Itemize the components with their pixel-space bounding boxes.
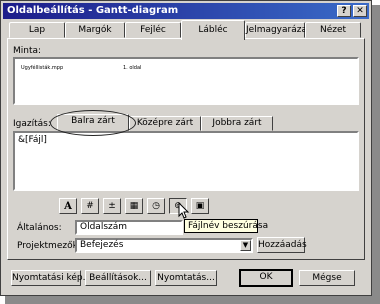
tab-label: Fejléc <box>140 25 166 35</box>
tab-fejlec[interactable]: Fejléc <box>125 22 181 38</box>
chevron-down-icon[interactable]: ▼ <box>240 240 251 251</box>
mouse-cursor-icon <box>178 202 190 219</box>
add-button-label: Hozzáadás <box>258 240 307 250</box>
tooltip: Fájlnév beszúrása <box>184 219 268 233</box>
date-glyph: ▦ <box>129 201 139 211</box>
alignment-label: Igazítás: <box>13 119 51 129</box>
ok-label: OK <box>259 272 273 282</box>
project-fields-value: Befejezés <box>80 240 124 250</box>
general-value: Oldalszám <box>80 222 128 232</box>
general-combo[interactable]: Oldalszám <box>75 220 183 235</box>
preview-left-text: Ugyféllisták.mpp <box>21 65 64 71</box>
format-text-icon[interactable]: A <box>59 198 77 214</box>
tab-label: Nézet <box>319 25 347 35</box>
tab-lablec[interactable]: Lábléc <box>181 20 245 40</box>
date-icon[interactable]: ▦ <box>125 198 143 214</box>
align-tab-label: Jobbra zárt <box>212 118 262 128</box>
tab-label: Lap <box>28 25 46 35</box>
help-button[interactable]: ? <box>337 5 351 17</box>
tab-label: Margók <box>78 25 112 35</box>
time-glyph: ◷ <box>152 201 160 211</box>
footer-text-editor[interactable]: &[Fájl] <box>13 131 359 191</box>
print-label: Nyomtatás... <box>157 273 215 283</box>
print-preview-label: Nyomtatási kép... <box>12 273 92 283</box>
tab-margok[interactable]: Margók <box>65 22 125 38</box>
total-pages-icon[interactable]: ± <box>103 198 121 214</box>
page-setup-dialog: Oldalbeállítás - Gantt-diagram ? ✕ Lap M… <box>0 0 372 296</box>
options-label: Beállítások... <box>89 273 147 283</box>
highlight-oval <box>50 110 136 136</box>
tab-label: Jelmagyarázat <box>246 25 311 35</box>
options-button[interactable]: Beállítások... <box>85 270 151 286</box>
tab-jelmagyarazat[interactable]: Jelmagyarázat <box>245 22 311 38</box>
project-fields-label: Projektmezők: <box>17 241 81 251</box>
preview-label: Minta: <box>13 46 42 56</box>
page-number-icon[interactable]: # <box>81 198 99 214</box>
align-tab-label: Középre zárt <box>136 118 194 128</box>
tab-nezet[interactable]: Nézet <box>305 22 361 38</box>
preview-box: Ugyféllisták.mpp 1. oldal <box>13 57 359 105</box>
window-title: Oldalbeállítás - Gantt-diagram <box>7 5 179 16</box>
page-number-glyph: # <box>86 201 94 211</box>
tab-label: Lábléc <box>198 25 228 35</box>
project-fields-combo[interactable]: Befejezés ▼ <box>75 238 253 253</box>
title-bar: Oldalbeállítás - Gantt-diagram ? ✕ <box>3 3 369 19</box>
format-text-glyph: A <box>64 200 72 212</box>
insert-picture-icon[interactable]: ▣ <box>191 198 209 214</box>
print-button[interactable]: Nyomtatás... <box>155 270 217 286</box>
insert-picture-glyph: ▣ <box>195 201 205 211</box>
close-button[interactable]: ✕ <box>353 5 367 17</box>
tooltip-text: Fájlnév beszúrása <box>188 221 269 231</box>
cancel-button[interactable]: Mégse <box>299 270 355 286</box>
cancel-label: Mégse <box>312 273 342 283</box>
time-icon[interactable]: ◷ <box>147 198 165 214</box>
print-preview-button[interactable]: Nyomtatási kép... <box>11 270 91 286</box>
add-button[interactable]: Hozzáadás <box>257 237 307 253</box>
align-center-tab[interactable]: Középre zárt <box>129 116 201 131</box>
align-right-tab[interactable]: Jobbra zárt <box>201 116 273 131</box>
general-label: Általános: <box>17 223 62 233</box>
ok-button[interactable]: OK <box>239 269 293 287</box>
tab-lap[interactable]: Lap <box>9 22 65 38</box>
preview-center-text: 1. oldal <box>123 65 142 71</box>
total-pages-glyph: ± <box>108 201 116 211</box>
editor-content: &[Fájl] <box>18 135 47 145</box>
